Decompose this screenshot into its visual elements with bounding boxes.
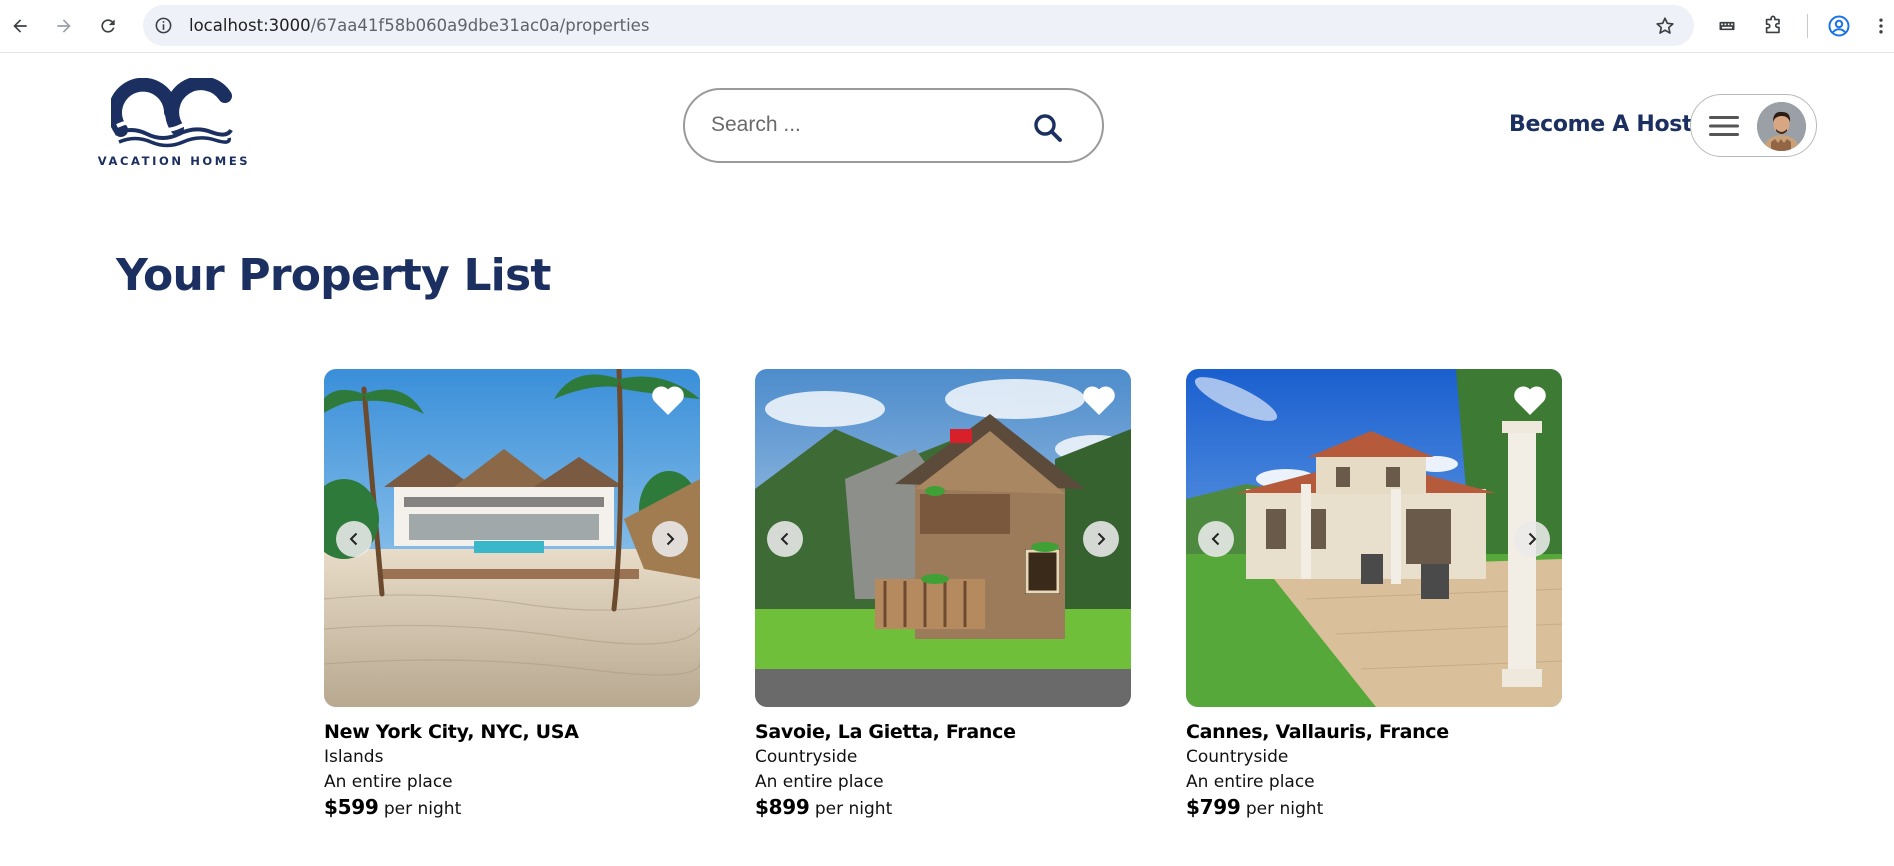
url-host: localhost:3000 — [189, 16, 311, 35]
property-location[interactable]: New York City, NYC, USA — [324, 721, 700, 743]
beach-villa-image — [324, 369, 700, 707]
property-price: $899 — [755, 795, 810, 819]
property-photo[interactable] — [1186, 369, 1562, 707]
profile-icon[interactable] — [1826, 13, 1852, 39]
page-title: Your Property List — [116, 250, 551, 301]
browser-toolbar: localhost:3000/67aa41f58b060a9dbe31ac0a/… — [0, 0, 1894, 53]
chevron-left-icon — [349, 532, 358, 546]
back-icon[interactable] — [7, 13, 33, 39]
hamburger-menu-icon — [1709, 116, 1739, 136]
next-image-button[interactable] — [1083, 521, 1119, 557]
chevron-right-icon — [1528, 532, 1537, 546]
prev-image-button[interactable] — [1198, 521, 1234, 557]
extensions-icon[interactable] — [1760, 13, 1786, 39]
site-info-icon[interactable] — [154, 16, 173, 35]
search-icon[interactable] — [1032, 112, 1064, 144]
chevron-left-icon — [1211, 532, 1220, 546]
logo-text: VACATION HOMES — [97, 154, 251, 168]
property-price: $799 — [1186, 795, 1241, 819]
property-card[interactable]: Savoie, La Gietta, France Countryside An… — [755, 369, 1131, 822]
toolbar-divider — [1807, 14, 1808, 38]
reload-icon[interactable] — [95, 13, 121, 39]
url-path: /67aa41f58b060a9dbe31ac0a/properties — [310, 16, 650, 35]
favorite-heart-icon[interactable] — [1512, 383, 1548, 417]
property-photo[interactable] — [324, 369, 700, 707]
property-photo[interactable] — [755, 369, 1131, 707]
property-location[interactable]: Savoie, La Gietta, France — [755, 721, 1131, 743]
provencal-villa-image — [1186, 369, 1562, 707]
url-text[interactable]: localhost:3000/67aa41f58b060a9dbe31ac0a/… — [189, 16, 649, 35]
search-bar[interactable]: Search ... — [683, 88, 1104, 163]
logo-mark-icon — [111, 78, 233, 148]
property-location[interactable]: Cannes, Vallauris, France — [1186, 721, 1562, 743]
next-image-button[interactable] — [652, 521, 688, 557]
property-price-line: $799 per night — [1186, 795, 1562, 822]
avatar — [1757, 102, 1806, 151]
translate-icon[interactable] — [1714, 13, 1740, 39]
chevron-left-icon — [780, 532, 789, 546]
alpine-chalet-image — [755, 369, 1131, 707]
property-type: An entire place — [1186, 772, 1315, 792]
property-category: Countryside — [1186, 747, 1289, 767]
price-suffix: per night — [1245, 799, 1324, 819]
chevron-right-icon — [666, 532, 675, 546]
user-avatar-icon — [1757, 102, 1806, 151]
chevron-right-icon — [1097, 532, 1106, 546]
address-bar[interactable]: localhost:3000/67aa41f58b060a9dbe31ac0a/… — [143, 5, 1694, 46]
favorite-heart-icon[interactable] — [1081, 383, 1117, 417]
property-price-line: $899 per night — [755, 795, 1131, 822]
forward-icon[interactable] — [51, 13, 77, 39]
bookmark-star-icon[interactable] — [1654, 15, 1676, 37]
more-menu-icon[interactable] — [1868, 13, 1894, 39]
property-price-line: $599 per night — [324, 795, 700, 822]
property-type: An entire place — [324, 772, 453, 792]
property-price: $599 — [324, 795, 379, 819]
next-image-button[interactable] — [1514, 521, 1550, 557]
property-card[interactable]: Cannes, Vallauris, France Countryside An… — [1186, 369, 1562, 822]
user-menu-button[interactable] — [1690, 94, 1817, 157]
prev-image-button[interactable] — [767, 521, 803, 557]
price-suffix: per night — [383, 799, 462, 819]
search-input[interactable]: Search ... — [711, 113, 801, 137]
become-host-link[interactable]: Become A Host — [1509, 112, 1693, 137]
site-logo[interactable]: VACATION HOMES — [96, 78, 252, 170]
property-category: Islands — [324, 747, 384, 767]
favorite-heart-icon[interactable] — [650, 383, 686, 417]
price-suffix: per night — [814, 799, 893, 819]
property-type: An entire place — [755, 772, 884, 792]
property-card[interactable]: New York City, NYC, USA Islands An entir… — [324, 369, 700, 822]
property-category: Countryside — [755, 747, 858, 767]
prev-image-button[interactable] — [336, 521, 372, 557]
